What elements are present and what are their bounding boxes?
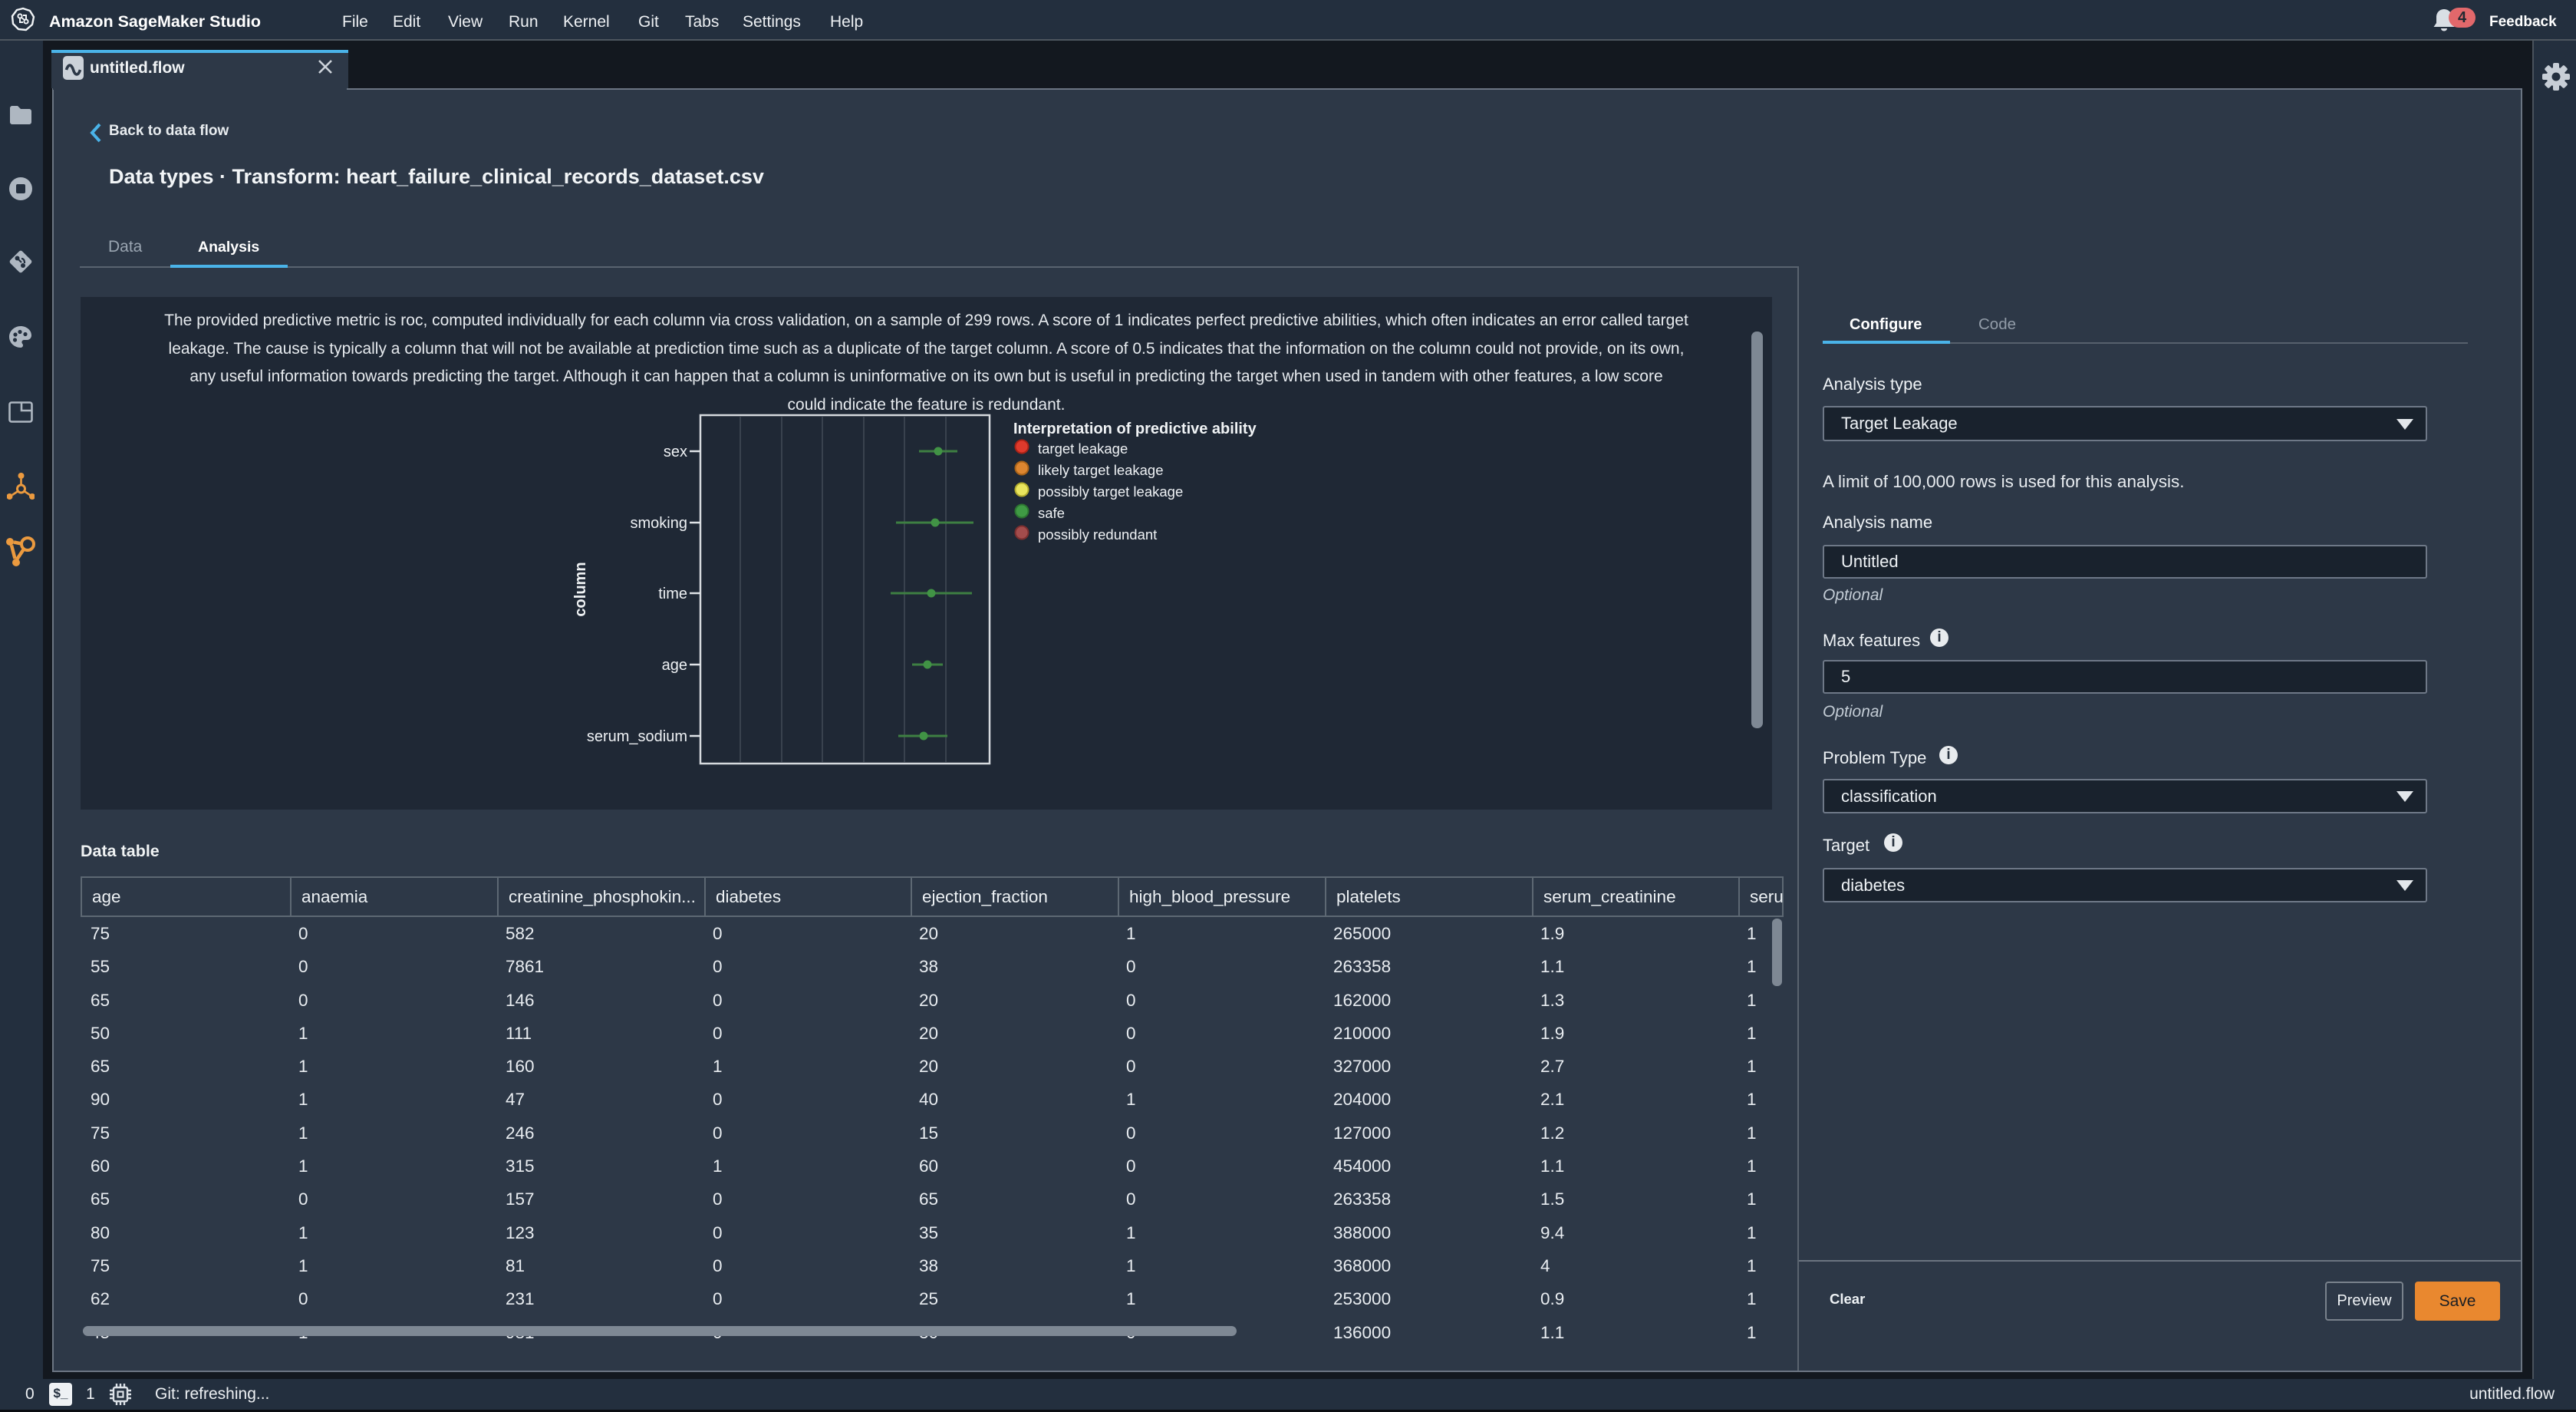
svg-text:sex: sex <box>664 444 687 460</box>
svg-text:time: time <box>658 586 687 602</box>
svg-text:safe: safe <box>1038 505 1065 521</box>
svg-text:likely target leakage: likely target leakage <box>1038 462 1164 478</box>
svg-text:Interpretation of predictive a: Interpretation of predictive ability <box>1013 421 1257 437</box>
svg-text:age: age <box>662 657 687 674</box>
svg-text:smoking: smoking <box>631 515 687 532</box>
svg-text:possibly redundant: possibly redundant <box>1038 526 1157 543</box>
svg-text:target leakage: target leakage <box>1038 440 1128 457</box>
svg-text:possibly target leakage: possibly target leakage <box>1038 483 1183 500</box>
svg-text:serum_sodium: serum_sodium <box>587 728 687 745</box>
svg-text:column: column <box>572 562 589 616</box>
